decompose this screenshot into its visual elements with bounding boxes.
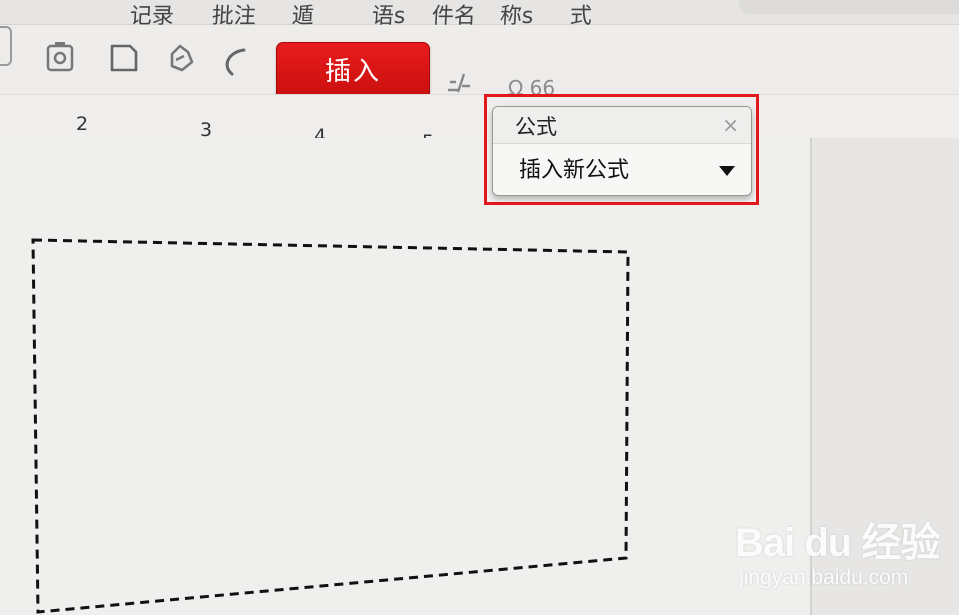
watermark-url: jingyan.baidu.com — [739, 566, 909, 589]
watermark-brand: Bai du 经验 — [735, 521, 940, 565]
baidu-watermark: Bai du 经验 jingyan.baidu.com — [735, 510, 945, 600]
formula-popup: 公式 × 插入新公式 — [492, 106, 752, 196]
chevron-down-icon[interactable] — [719, 166, 735, 176]
popup-header: 公式 × — [493, 107, 751, 144]
popup-title: 公式 — [515, 115, 557, 139]
insert-new-formula-dropdown[interactable]: 插入新公式 — [493, 144, 751, 195]
word-processor-screen: 记录 批注 遁 语s 件名 称s 式 插入 Ω 66 2 3 4 5 — [0, 0, 959, 615]
close-icon[interactable]: × — [722, 113, 739, 137]
dropdown-selected-option[interactable]: 插入新公式 — [519, 152, 629, 184]
